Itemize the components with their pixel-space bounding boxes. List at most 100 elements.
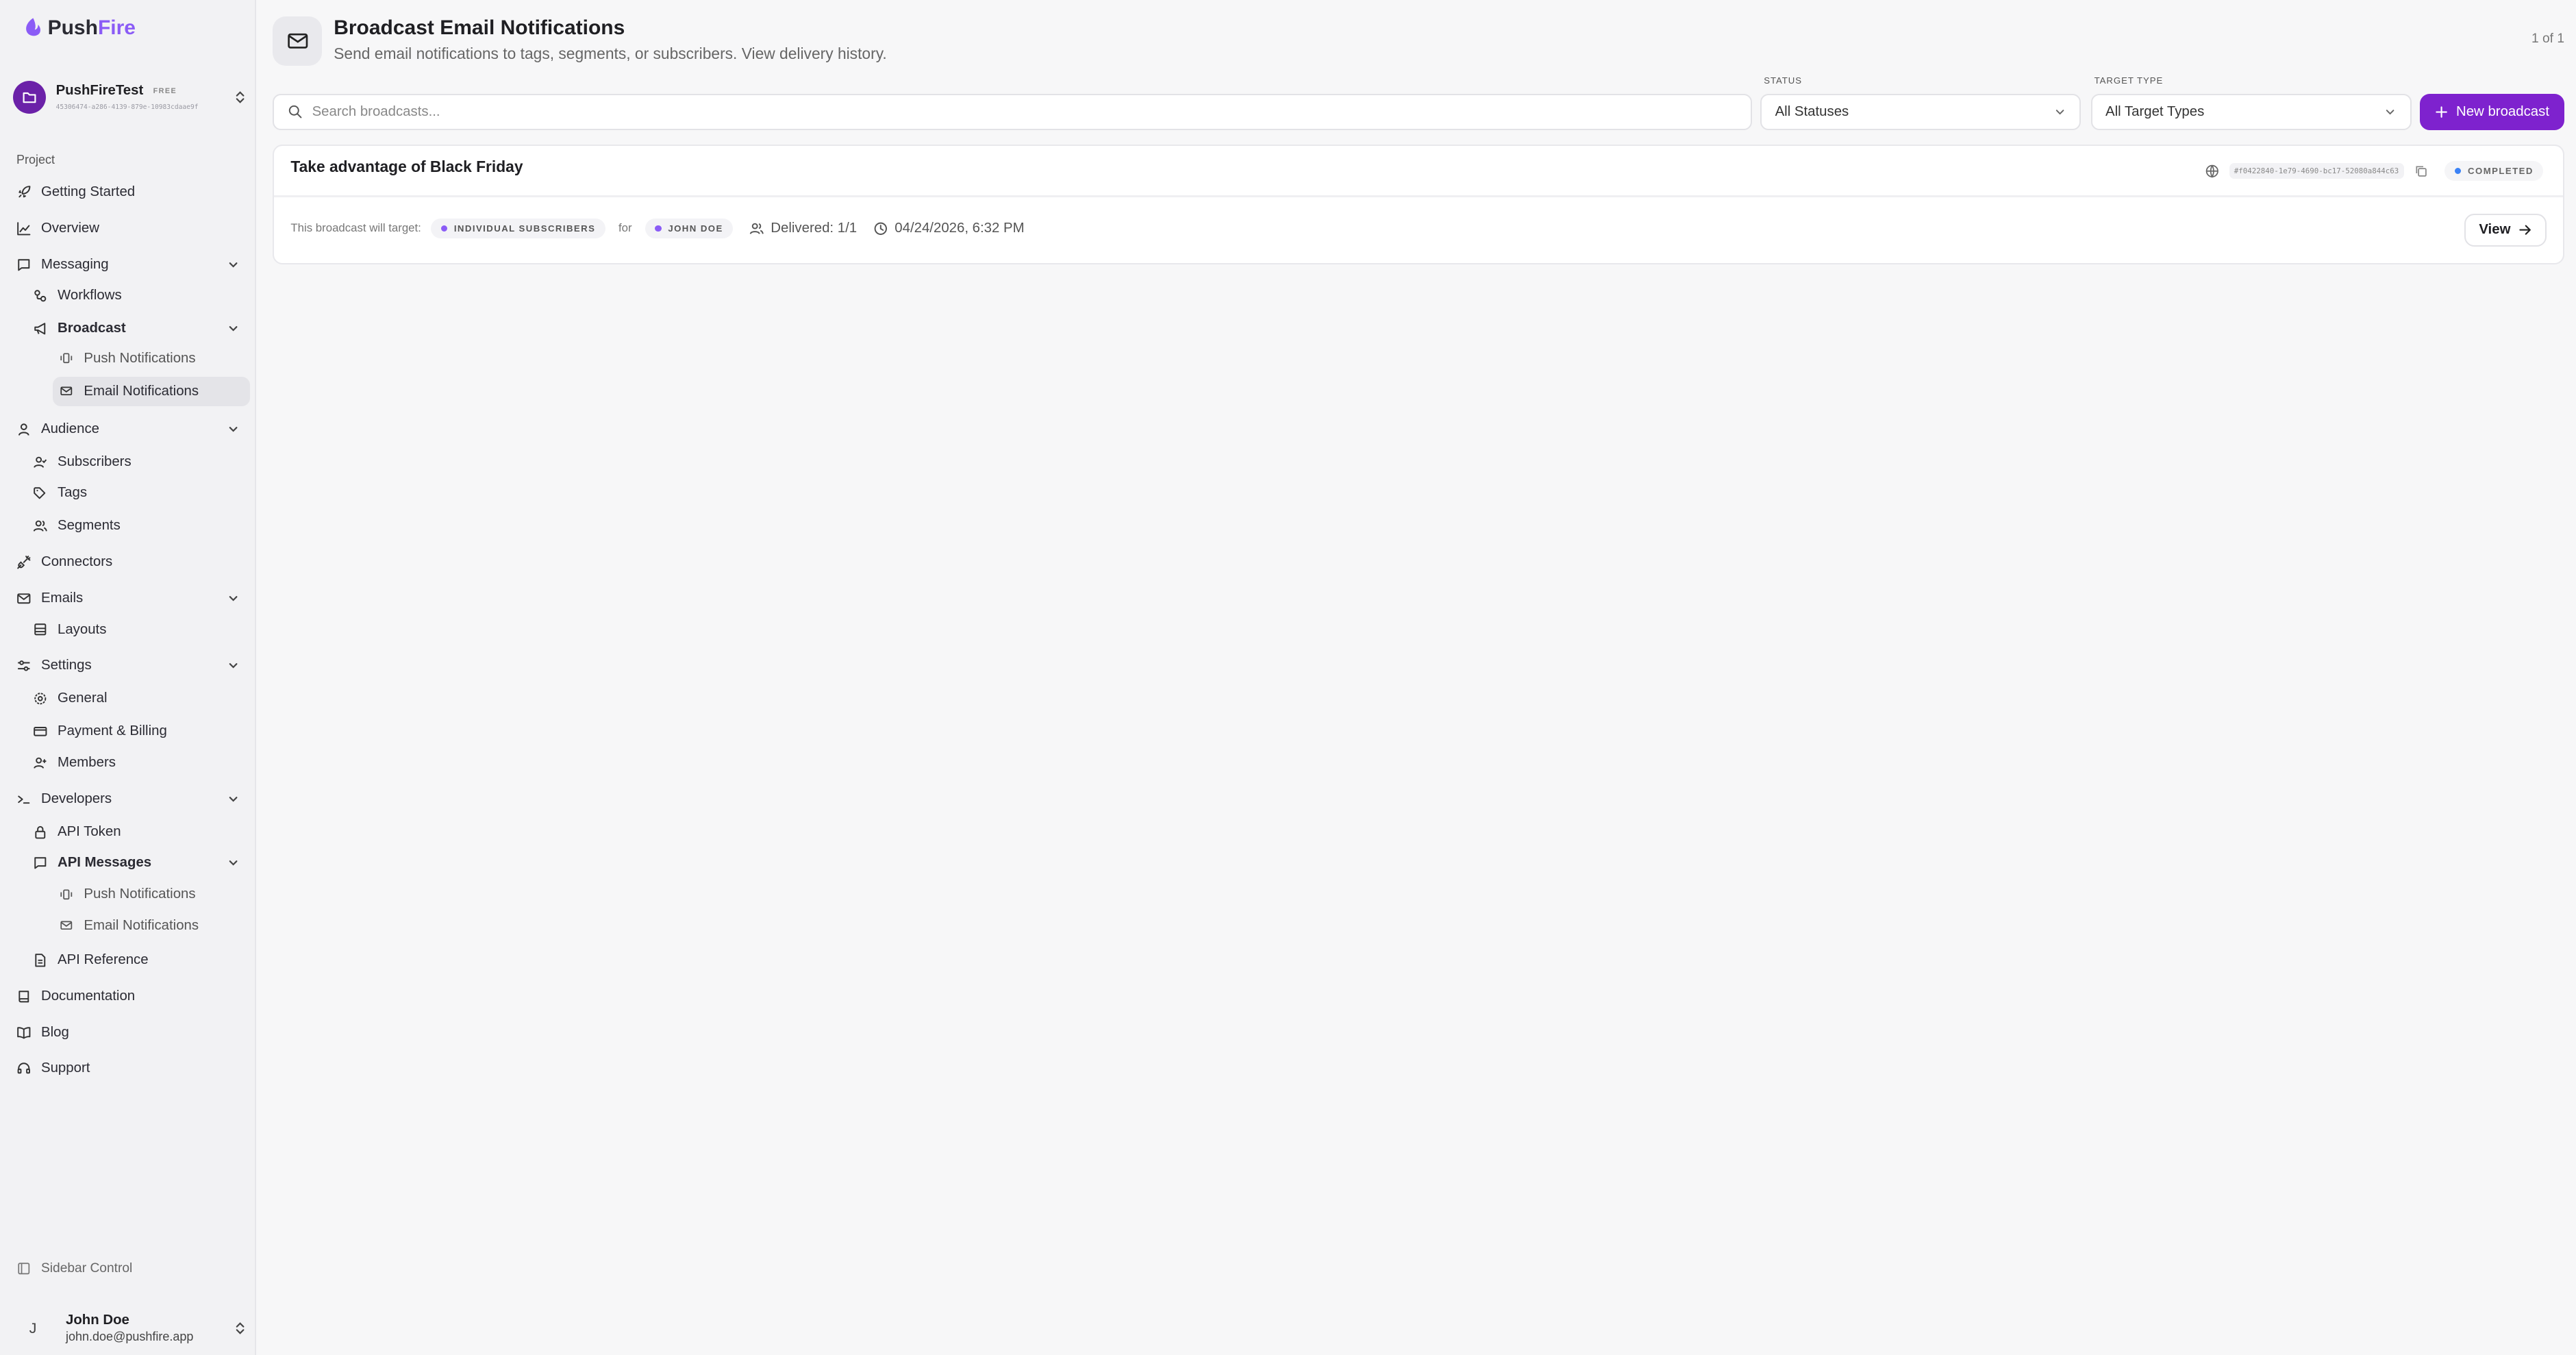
chevron-down-icon: [229, 262, 238, 268]
broadcast-card[interactable]: Take advantage of Black Friday #f0422840…: [273, 145, 2564, 265]
sidebar-item-subscribers[interactable]: Subscribers: [33, 447, 240, 477]
broadcast-title: Take advantage of Black Friday: [290, 157, 523, 175]
target-prefix: This broadcast will target:: [290, 221, 421, 235]
status-select[interactable]: All Statuses: [1760, 93, 2081, 130]
sidebar-item-workflows[interactable]: Workflows: [33, 281, 240, 310]
sidebar-item-emails[interactable]: Emails: [16, 584, 240, 613]
sidebar-item-developers[interactable]: Developers: [16, 784, 240, 814]
layout-icon: [34, 623, 47, 636]
vibrate-icon: [60, 889, 73, 899]
target-name-chip: JOHN DOE: [645, 218, 734, 239]
sidebar-item-general[interactable]: General: [33, 684, 240, 713]
terminal-icon: [18, 795, 30, 804]
target-type-select-value: All Target Types: [2105, 103, 2205, 119]
pagination-count: 1 of 1: [2531, 31, 2564, 46]
new-broadcast-button[interactable]: New broadcast: [2419, 93, 2564, 130]
sidebar-control-button[interactable]: Sidebar Control: [16, 1261, 132, 1276]
chevron-updown-icon: [236, 90, 245, 103]
chevron-updown-icon: [236, 1322, 245, 1334]
sidebar: PushFire PushFireTest FREE 45306474-a286…: [0, 0, 257, 1355]
sidebar-item-broadcast-email[interactable]: Email Notifications: [52, 376, 250, 406]
panel-left-icon: [18, 1263, 30, 1275]
folder-icon: [13, 80, 47, 114]
broadcast-id: #f0422840-1e79-4690-bc17-52080a844c63: [2229, 163, 2404, 179]
brand[interactable]: PushFire: [23, 16, 136, 40]
tags-icon: [34, 487, 46, 499]
gear-icon: [34, 693, 47, 705]
sidebar-item-payment-billing[interactable]: Payment & Billing: [33, 717, 240, 746]
card-divider: [274, 195, 2563, 197]
section-label-project: Project: [16, 153, 55, 167]
sidebar-item-members[interactable]: Members: [33, 748, 240, 778]
sidebar-item-segments[interactable]: Segments: [33, 511, 240, 540]
for-label: for: [618, 221, 632, 235]
sidebar-item-overview[interactable]: Overview: [16, 214, 240, 243]
chevron-down-icon: [229, 326, 238, 332]
chevron-down-icon: [229, 663, 238, 669]
sidebar-item-connectors[interactable]: Connectors: [16, 547, 240, 577]
sidebar-item-broadcast-push[interactable]: Push Notifications: [59, 344, 240, 373]
mail-icon: [60, 921, 73, 930]
broadcast-date: 04/24/2026, 6:32 PM: [873, 221, 1025, 236]
sidebar-item-api-messages[interactable]: API Messages: [33, 848, 240, 878]
page-subtitle: Send email notifications to tags, segmen…: [334, 44, 887, 62]
target-type-select[interactable]: All Target Types: [2090, 93, 2412, 130]
search-icon: [288, 105, 301, 119]
lock-icon: [35, 825, 46, 838]
chevron-down-icon: [229, 796, 238, 802]
sidebar-item-api-push[interactable]: Push Notifications: [59, 880, 240, 909]
chevron-down-icon: [229, 596, 238, 601]
chart-line-icon: [17, 221, 31, 236]
sidebar-item-broadcast[interactable]: Broadcast: [33, 314, 240, 343]
sidebar-item-blog[interactable]: Blog: [16, 1018, 240, 1047]
user-check-icon: [34, 456, 47, 468]
credit-card-icon: [34, 727, 47, 736]
avatar: J: [29, 1319, 37, 1337]
sidebar-item-audience[interactable]: Audience: [16, 414, 240, 444]
chevron-down-icon: [2386, 109, 2394, 114]
user-icon: [18, 423, 29, 436]
sliders-icon: [18, 660, 30, 671]
sidebar-item-tags[interactable]: Tags: [33, 478, 240, 508]
status-filter-label: STATUS: [1764, 75, 1803, 86]
sidebar-item-support[interactable]: Support: [16, 1054, 240, 1083]
project-id: 45306474-a286-4139-879e-10983cdaae9f: [55, 103, 199, 112]
headset-icon: [17, 1062, 30, 1074]
plus-icon: [2436, 105, 2447, 118]
sidebar-item-api-token[interactable]: API Token: [33, 817, 240, 847]
sidebar-item-api-email[interactable]: Email Notifications: [59, 911, 240, 941]
chevron-down-icon: [2055, 109, 2064, 114]
users-icon: [33, 520, 47, 532]
sidebar-item-documentation[interactable]: Documentation: [16, 982, 240, 1011]
copy-icon[interactable]: [2414, 164, 2429, 179]
book-open-icon: [17, 1027, 31, 1039]
delivered-count: Delivered: 1/1: [749, 221, 857, 236]
main-content: Broadcast Email Notifications Send email…: [256, 0, 2575, 1355]
vibrate-icon: [60, 353, 73, 364]
globe-icon: [2205, 164, 2218, 178]
sidebar-item-settings[interactable]: Settings: [16, 651, 240, 680]
status-select-value: All Statuses: [1775, 103, 1849, 119]
sidebar-item-api-reference[interactable]: API Reference: [33, 945, 240, 975]
sidebar-item-layouts[interactable]: Layouts: [33, 615, 240, 645]
chevron-down-icon: [229, 426, 238, 432]
user-menu[interactable]: J John Doe john.doe@pushfire.app: [16, 1306, 247, 1352]
workflow-icon: [34, 290, 47, 302]
page-title: Broadcast Email Notifications: [334, 16, 625, 39]
project-switcher[interactable]: PushFireTest FREE 45306474-a286-4139-879…: [13, 73, 247, 122]
mail-icon: [273, 16, 323, 66]
view-broadcast-button[interactable]: View: [2464, 213, 2547, 247]
message-square-icon: [18, 258, 30, 271]
search-box[interactable]: [273, 93, 1753, 130]
arrow-right-icon: [2519, 225, 2531, 235]
plan-badge: FREE: [153, 86, 177, 95]
clock-icon: [874, 222, 888, 235]
sidebar-item-messaging[interactable]: Messaging: [16, 250, 240, 279]
plug-icon: [17, 556, 31, 569]
file-text-icon: [35, 953, 46, 967]
status-dot: [2454, 167, 2462, 175]
megaphone-icon: [34, 323, 46, 335]
sidebar-item-getting-started[interactable]: Getting Started: [16, 177, 240, 207]
user-name: John Doe: [66, 1312, 129, 1328]
search-input[interactable]: [312, 103, 1751, 120]
